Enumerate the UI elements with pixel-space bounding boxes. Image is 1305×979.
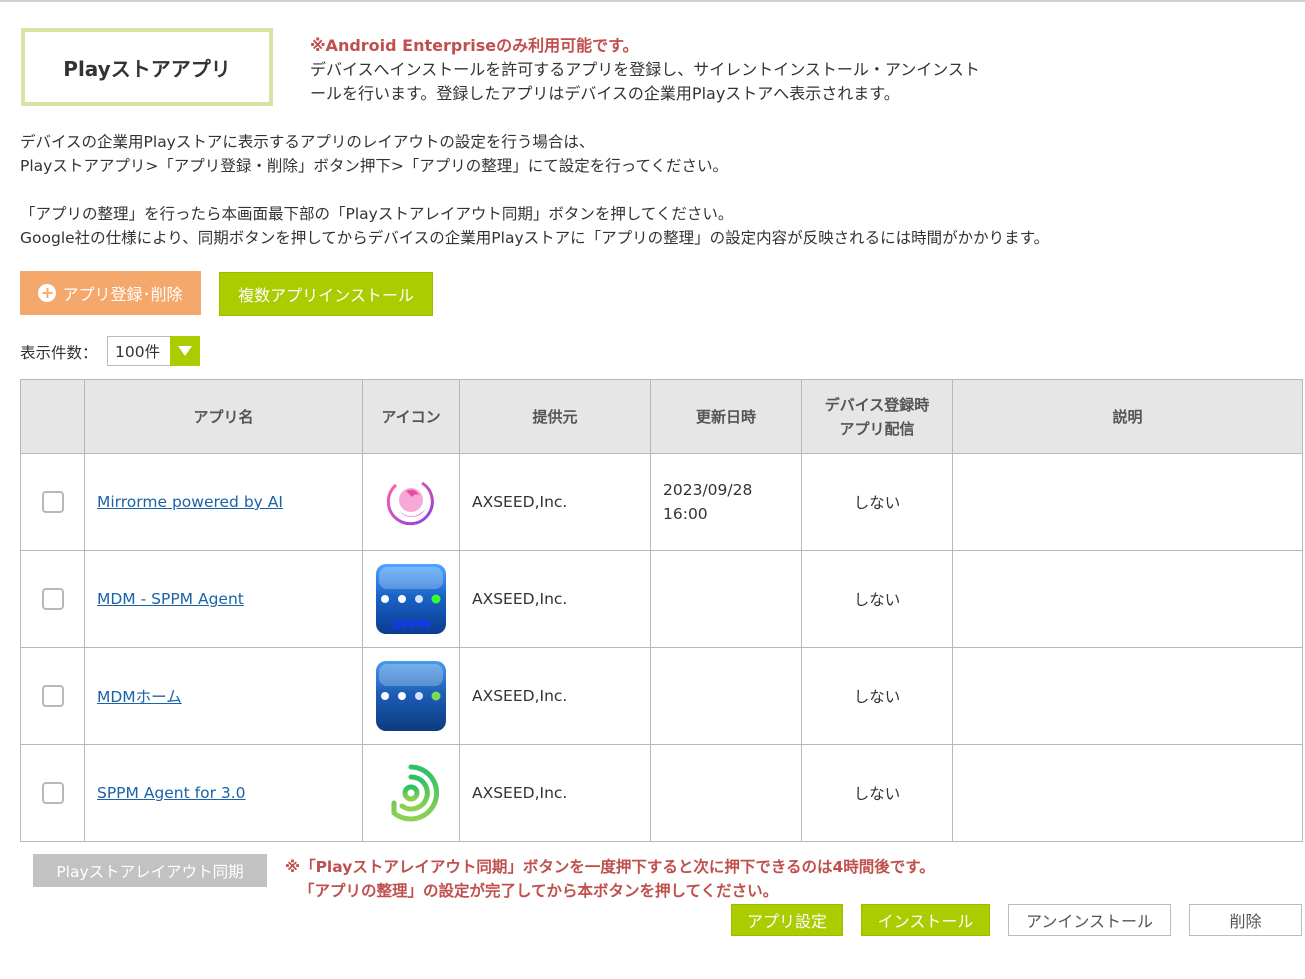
updated-time: 16:00 [663, 505, 708, 523]
multi-app-install-button[interactable]: 複数アプリインストール [219, 272, 433, 316]
updated-cell [650, 744, 802, 842]
provider-cell: AXSEED,Inc. [459, 453, 651, 551]
row-select-cell [20, 744, 85, 842]
enterprise-notice: ※Android Enterpriseのみ利用可能です。 [310, 36, 639, 55]
provider-cell: AXSEED,Inc. [459, 744, 651, 842]
playstore-layout-sync-button[interactable]: Playストアレイアウト同期 [33, 854, 267, 887]
row-checkbox[interactable] [41, 685, 64, 707]
table-row: MDM - SPPM Agent SPPM AXSEED,Inc. しない [20, 550, 1303, 648]
app-icon-cell [362, 744, 460, 842]
app-name-cell: MDMホーム [84, 647, 363, 745]
description-cell [952, 647, 1303, 745]
table-header-row: アプリ名 アイコン 提供元 更新日時 デバイス登録時 アプリ配信 説明 [20, 379, 1303, 454]
app-icon-cell [362, 647, 460, 745]
app-name-cell: Mirrorme powered by AI [84, 453, 363, 551]
delivery-cell: しない [801, 453, 953, 551]
app-icon-cell [362, 453, 460, 551]
install-button[interactable]: インストール [861, 904, 990, 936]
updated-cell [650, 647, 802, 745]
delivery-cell: しない [801, 647, 953, 745]
app-name-cell: SPPM Agent for 3.0 [84, 744, 363, 842]
row-checkbox[interactable] [41, 588, 64, 610]
svg-text:SPPM: SPPM [392, 618, 430, 632]
description-cell [952, 744, 1303, 842]
header-delivery-line-2: アプリ配信 [839, 419, 915, 438]
count-value: 100件 [115, 343, 161, 361]
provider-cell: AXSEED,Inc. [459, 550, 651, 648]
updated-cell: 2023/09/28 16:00 [650, 453, 802, 551]
header-updated: 更新日時 [650, 379, 802, 454]
row-select-cell [20, 453, 85, 551]
app-name-cell: MDM - SPPM Agent [84, 550, 363, 648]
description-cell [952, 453, 1303, 551]
description-cell [952, 550, 1303, 648]
row-checkbox[interactable] [41, 491, 64, 513]
provider-cell: AXSEED,Inc. [459, 647, 651, 745]
top-divider [0, 0, 1305, 2]
sppm-agent-icon: SPPM [376, 564, 446, 634]
count-select[interactable]: 100件 [107, 336, 200, 366]
sppm-agent-3-icon [391, 764, 440, 822]
sync-note-line-2: 「アプリの整理」の設定が完了してから本ボタンを押してください。 [299, 882, 779, 900]
table-row: MDMホーム AXSEED,Inc. しない [20, 647, 1303, 745]
intro-block: ※Android Enterpriseのみ利用可能です。 デバイスへインストール… [310, 34, 1010, 106]
register-delete-label: アプリ登録･削除 [62, 285, 183, 304]
header-provider: 提供元 [459, 379, 651, 454]
row-select-cell [20, 550, 85, 648]
header-app-name: アプリ名 [84, 379, 363, 454]
updated-date: 2023/09/28 [663, 481, 753, 499]
header-delivery: デバイス登録時 アプリ配信 [801, 379, 953, 454]
header-delivery-line-1: デバイス登録時 [824, 395, 930, 414]
app-name-link[interactable]: SPPM Agent for 3.0 [97, 784, 246, 802]
app-table: アプリ名 アイコン 提供元 更新日時 デバイス登録時 アプリ配信 説明 Mirr… [20, 379, 1303, 842]
delivery-cell: しない [801, 744, 953, 842]
mdm-home-icon [376, 661, 446, 731]
delete-button[interactable]: 削除 [1189, 904, 1302, 936]
sync-note: ※「Playストアレイアウト同期」ボタンを一度押下すると次に押下できるのは4時間… [285, 855, 935, 903]
page-title: Playストアアプリ [21, 28, 273, 106]
count-label: 表示件数： [20, 344, 98, 362]
info-line-3: 「アプリの整理」を行ったら本画面最下部の「Playストアレイアウト同期」ボタンを… [20, 205, 734, 223]
chevron-down-icon[interactable] [170, 336, 200, 366]
app-name-link[interactable]: Mirrorme powered by AI [97, 493, 283, 511]
layout-info: デバイスの企業用Playストアに表示するアプリのレイアウトの設定を行う場合は、 … [20, 130, 1270, 178]
plus-circle-icon: + [38, 284, 57, 302]
register-delete-button[interactable]: + アプリ登録･削除 [20, 271, 201, 315]
app-icon-cell: SPPM [362, 550, 460, 648]
app-name-link[interactable]: MDMホーム [97, 688, 182, 706]
sync-note-line-1: ※「Playストアレイアウト同期」ボタンを一度押下すると次に押下できるのは4時間… [285, 858, 935, 876]
sync-info: 「アプリの整理」を行ったら本画面最下部の「Playストアレイアウト同期」ボタンを… [20, 202, 1270, 250]
table-row: Mirrorme powered by AI AXSEED,Inc. 2023/… [20, 453, 1303, 551]
app-name-link[interactable]: MDM - SPPM Agent [97, 590, 244, 608]
updated-cell [650, 550, 802, 648]
delivery-cell: しない [801, 550, 953, 648]
row-select-cell [20, 647, 85, 745]
info-line-4: Google社の仕様により、同期ボタンを押してからデバイスの企業用Playストア… [20, 229, 1050, 247]
info-line-2: Playストアアプリ>「アプリ登録・削除」ボタン押下>「アプリの整理」にて設定を… [20, 157, 729, 175]
info-line-1: デバイスの企業用Playストアに表示するアプリのレイアウトの設定を行う場合は、 [20, 133, 595, 151]
app-setting-button[interactable]: アプリ設定 [731, 904, 843, 936]
description-line-2: ールを行います。登録したアプリはデバイスの企業用Playストアへ表示されます。 [310, 84, 900, 103]
description-line-1: デバイスへインストールを許可するアプリを登録し、サイレントインストール・アンイン… [310, 60, 980, 79]
row-checkbox[interactable] [41, 782, 64, 804]
header-select [20, 379, 85, 454]
header-icon: アイコン [362, 379, 460, 454]
table-row: SPPM Agent for 3.0 AXSEED,Inc. しない [20, 744, 1303, 842]
uninstall-button[interactable]: アンインストール [1008, 904, 1171, 936]
mirrorme-icon [386, 481, 434, 526]
header-description: 説明 [952, 379, 1303, 454]
